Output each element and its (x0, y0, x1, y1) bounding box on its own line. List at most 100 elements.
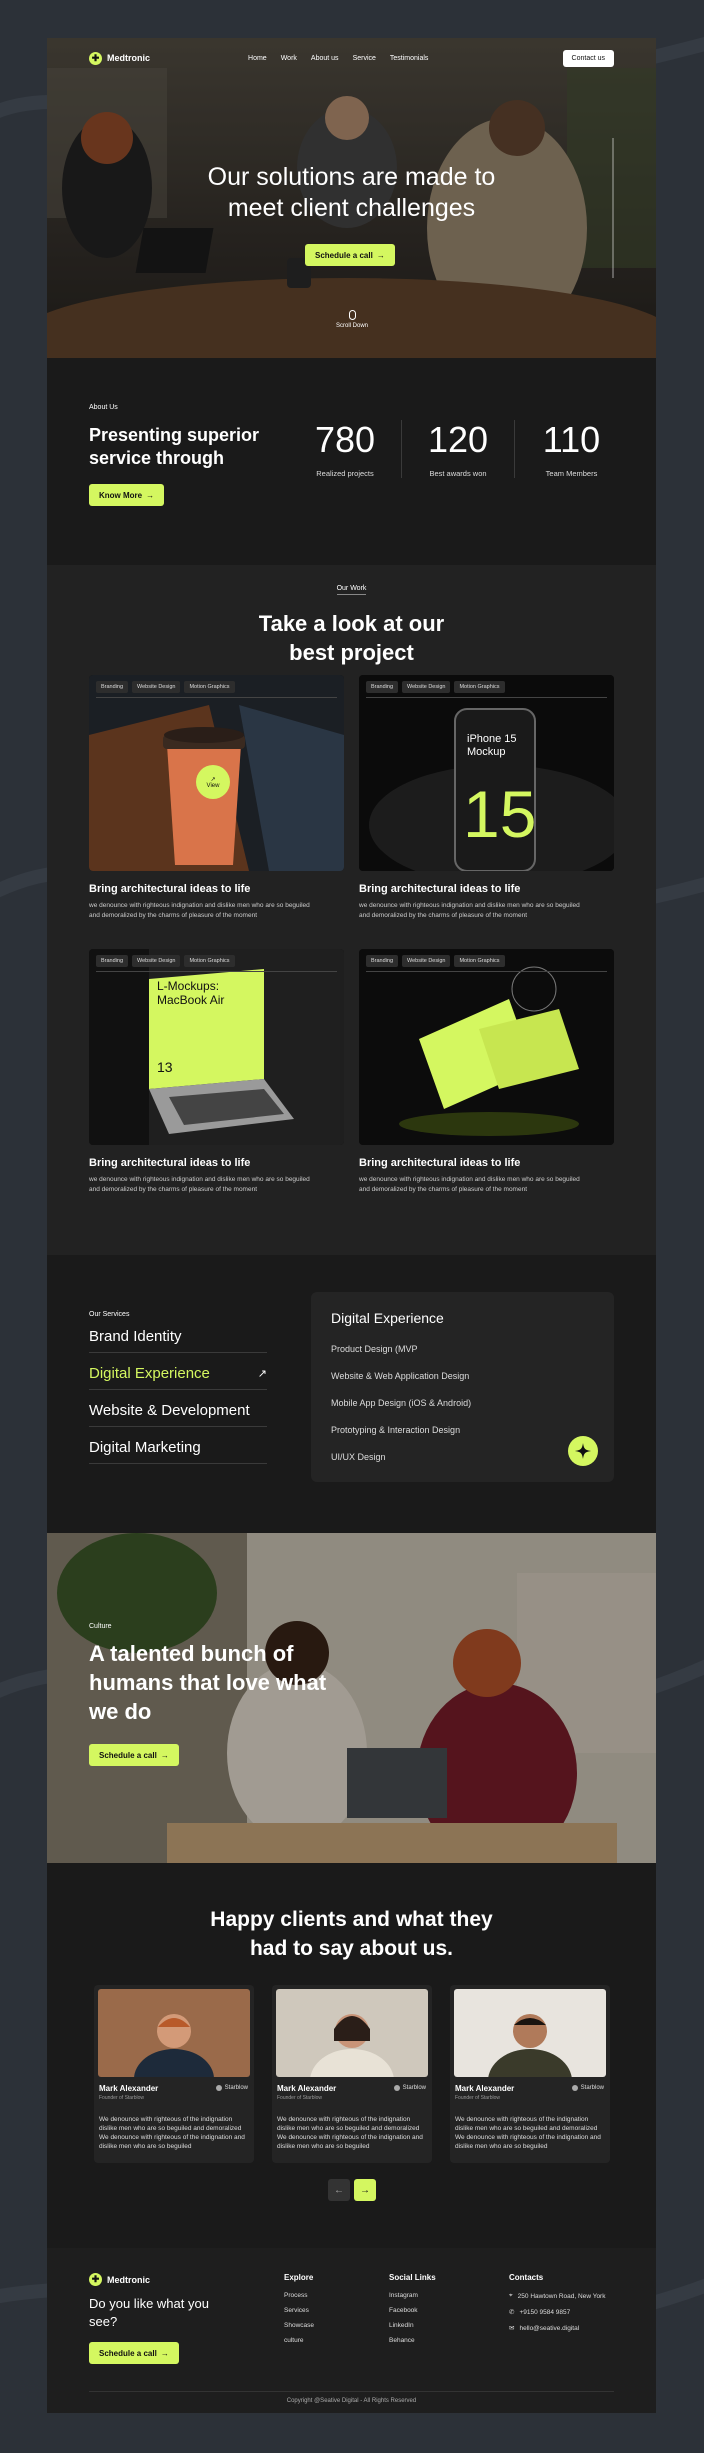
divider (96, 971, 337, 972)
mouse-icon (348, 310, 356, 320)
project-title: Bring architectural ideas to life (359, 883, 521, 895)
project-tags: Branding Website Design Motion Graphics (366, 955, 505, 967)
nav-link-home[interactable]: Home (248, 55, 267, 62)
nav-link-about[interactable]: About us (311, 55, 339, 62)
culture-schedule-call-button[interactable]: Schedule a call → (89, 1744, 179, 1766)
service-item-digital-experience[interactable]: Digital Experience ↗ (89, 1365, 267, 1390)
client-name: Mark Alexander (277, 2084, 337, 2093)
view-label: View (206, 782, 220, 789)
envelope-mockup-illustration (359, 949, 614, 1145)
about-title: Presenting superior service through (89, 425, 260, 468)
service-sub-item[interactable]: Mobile App Design (iOS & Android) (331, 1398, 471, 1408)
footer-link-showcase[interactable]: Showcase (284, 2322, 314, 2329)
service-item-brand-identity[interactable]: Brand Identity (89, 1328, 267, 1353)
iphone-mockup-label: iPhone 15 Mockup (467, 733, 517, 758)
service-sub-item[interactable]: UI/UX Design (331, 1452, 386, 1462)
project-card[interactable]: Branding Website Design Motion Graphics … (89, 675, 344, 921)
divider (366, 971, 607, 972)
client-role: Founder of Starblow (455, 2095, 501, 2101)
footer-link-culture[interactable]: culture (284, 2337, 314, 2344)
about-section-label: About Us (89, 404, 118, 411)
tag-branding: Branding (366, 681, 399, 693)
tag-branding: Branding (96, 681, 129, 693)
testimonial-quote: We denounce with righteous of the indign… (277, 2116, 423, 2150)
nav-link-work[interactable]: Work (281, 55, 297, 62)
stat-label: Best awards won (429, 469, 487, 478)
address-text: 250 Hawtown Road, New York (517, 2292, 606, 2300)
project-card[interactable]: Branding Website Design Motion Graphics … (89, 949, 344, 1195)
footer-brand-logo[interactable]: ✚ Medtronic (89, 2273, 150, 2286)
tag-website-design: Website Design (402, 955, 451, 967)
arrow-up-right-icon: ↗ (257, 1368, 267, 1380)
nav-link-testimonials[interactable]: Testimonials (390, 55, 429, 62)
tag-branding: Branding (96, 955, 129, 967)
work-label-text: Our Work (336, 585, 367, 595)
company-logo-icon (571, 2085, 578, 2091)
service-item-digital-marketing[interactable]: Digital Marketing (89, 1439, 267, 1464)
client-company: Starblow (571, 2085, 604, 2091)
project-desc-line-2: and demoralized by the charms of pleasur… (359, 1186, 528, 1193)
explore-heading: Explore (284, 2273, 314, 2282)
footer-link-behance[interactable]: Behance (389, 2337, 436, 2344)
footer-email[interactable]: ✉ hello@seative.digital (509, 2324, 605, 2333)
top-navigation: ✚ Medtronic Home Work About us Service T… (89, 48, 614, 68)
tag-motion-graphics: Motion Graphics (184, 681, 235, 693)
project-title: Bring architectural ideas to life (89, 883, 251, 895)
footer-address[interactable]: ⌖ 250 Hawtown Road, New York (509, 2292, 605, 2300)
next-testimonial-button[interactable]: → (354, 2179, 376, 2201)
work-section-label: Our Work (47, 585, 656, 595)
client-company: Starblow (215, 2085, 248, 2091)
project-card[interactable]: Branding Website Design Motion Graphics … (359, 949, 614, 1195)
view-project-button[interactable]: ↗ View (196, 765, 230, 799)
know-more-button[interactable]: Know More → (89, 484, 165, 506)
project-desc-line-1: we denounce with righteous indignation a… (89, 1176, 310, 1183)
culture-title: A talented bunch of humans that love wha… (89, 1641, 327, 1724)
footer-divider (89, 2391, 614, 2392)
project-description: we denounce with righteous indignation a… (89, 901, 329, 921)
stat-team-members: 110 Team Members (515, 420, 628, 479)
project-tags: Branding Website Design Motion Graphics (366, 681, 505, 693)
brand-logo[interactable]: ✚ Medtronic (89, 51, 150, 65)
laptop-number: 13 (157, 1059, 173, 1075)
testimonial-card: Mark Alexander Founder of Starblow Starb… (272, 1985, 432, 2163)
footer-link-instagram[interactable]: Instagram (389, 2292, 436, 2299)
client-photo (276, 1989, 428, 2077)
footer-link-facebook[interactable]: Facebook (389, 2307, 436, 2314)
project-card[interactable]: Branding Website Design Motion Graphics … (359, 675, 614, 921)
footer-schedule-call-button[interactable]: Schedule a call → (89, 2342, 179, 2364)
project-tags: Branding Website Design Motion Graphics (96, 681, 235, 693)
contact-button[interactable]: Contact us (562, 49, 614, 67)
services-section-label: Our Services (89, 1311, 130, 1318)
client-name: Mark Alexander (99, 2084, 159, 2093)
previous-testimonial-button[interactable]: ← (328, 2179, 350, 2201)
arrow-right-icon: → (160, 1750, 169, 1760)
scroll-down-label: Scroll Down (335, 323, 368, 329)
stat-realized-projects: 780 Realized projects (289, 420, 402, 478)
stat-value: 780 (314, 419, 376, 460)
hero-schedule-call-button[interactable]: Schedule a call → (305, 244, 395, 266)
footer-contacts-column: Contacts ⌖ 250 Hawtown Road, New York ✆ +9… (509, 2273, 605, 2340)
tag-motion-graphics: Motion Graphics (184, 955, 235, 967)
service-sub-item[interactable]: Product Design (MVP (331, 1344, 418, 1354)
arrow-right-icon: → (376, 250, 385, 260)
footer-link-services[interactable]: Services (284, 2307, 314, 2314)
nav-link-service[interactable]: Service (353, 55, 376, 62)
sparkle-icon (568, 1436, 598, 1466)
project-image: Branding Website Design Motion Graphics … (89, 949, 344, 1145)
footer-link-linkedin[interactable]: LinkedIn (389, 2322, 436, 2329)
service-item-website-development[interactable]: Website & Development (89, 1402, 267, 1427)
service-item-label: Brand Identity (89, 1328, 182, 1345)
testimonial-quote: We denounce with righteous of the indign… (99, 2116, 245, 2150)
footer-link-process[interactable]: Process (284, 2292, 314, 2299)
service-sub-item[interactable]: Prototyping & Interaction Design (331, 1425, 460, 1435)
footer-phone[interactable]: ✆ +9150 9584 9857 (509, 2308, 605, 2317)
email-text: hello@seative.digital (519, 2324, 580, 2332)
stat-label: Team Members (545, 469, 598, 478)
project-desc-line-2: and demoralized by the charms of pleasur… (359, 912, 528, 919)
project-description: we denounce with righteous indignation a… (359, 901, 599, 921)
scroll-down-indicator[interactable]: Scroll Down (332, 310, 372, 329)
service-sub-item[interactable]: Website & Web Application Design (331, 1371, 469, 1381)
mail-icon: ✉ (509, 2325, 515, 2332)
arrow-left-icon: ← (334, 2184, 344, 2196)
tag-website-design: Website Design (402, 681, 451, 693)
